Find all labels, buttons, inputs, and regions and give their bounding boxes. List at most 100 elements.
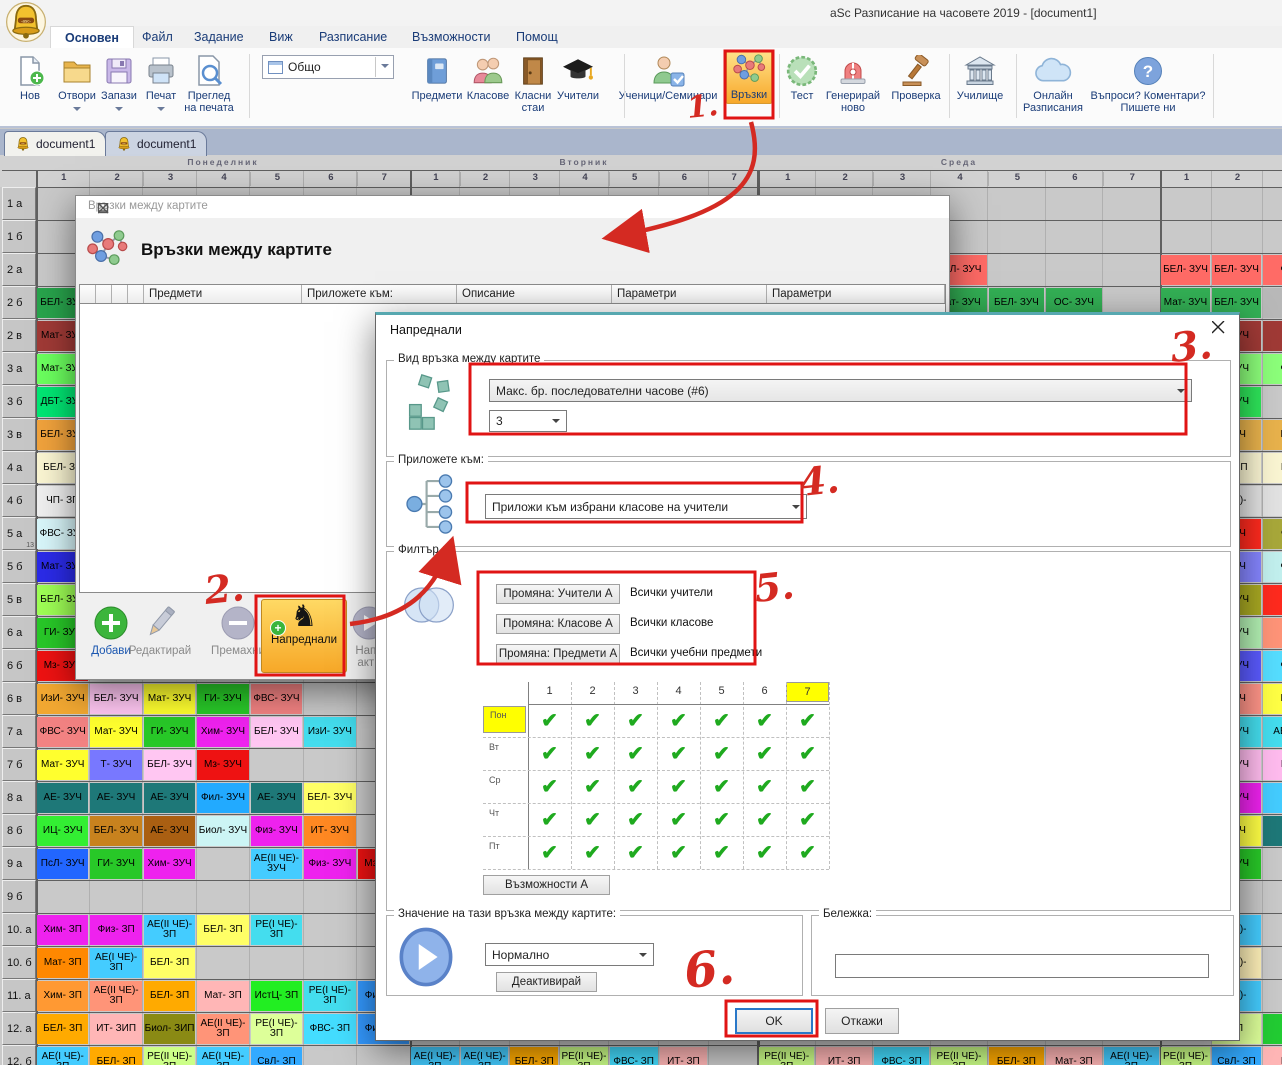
check-cell[interactable]: ✔ [614,836,657,869]
chevron-down-icon[interactable] [139,102,183,120]
column-header[interactable]: Предмети [144,285,302,303]
check-cell[interactable]: ✔ [700,704,743,737]
row-label[interactable]: 7 а [2,715,36,748]
timetable-cell[interactable]: РЕ(II ЧЕ)- ЗП [144,1047,195,1065]
check-cell[interactable]: ✔ [571,836,614,869]
check-cell[interactable]: ✔ [700,737,743,770]
tab-Файл[interactable]: Файл [128,26,187,48]
check-cell[interactable]: ✔ [786,737,829,770]
check-cell[interactable]: ✔ [614,737,657,770]
filter-change-button[interactable]: Промяна: Учители A [496,584,620,604]
check-cell[interactable]: ✔ [571,770,614,803]
check-cell[interactable]: ✔ [657,836,700,869]
timetable-cell[interactable]: Т- ЗУЧ [90,750,141,780]
timetable-cell[interactable]: Хим- ЗУЧ [197,717,248,747]
timetable-cell[interactable]: БЕЛ- ЗП [197,915,248,945]
timetable-cell[interactable]: Хим- ЗП [37,981,88,1011]
check-cell[interactable]: ✔ [743,836,786,869]
chevron-down-icon[interactable] [96,102,142,120]
timetable-cell[interactable]: РЕ(I ЧЕ)- ЗП [304,981,355,1011]
timetable-cell[interactable]: Мат- ЗУЧ [90,717,141,747]
row-label[interactable]: 12. а [2,1012,36,1045]
row-label[interactable]: 1 б [2,220,36,253]
check-cell[interactable]: ✔ [528,737,571,770]
timetable-cell[interactable]: Мат- ЗП [37,948,88,978]
document-tab[interactable]: document1 [4,131,106,156]
check-cell[interactable]: ✔ [786,704,829,737]
timetable-cell[interactable]: АЕ(II ЧЕ)- ЗП [90,981,141,1011]
combo-dropdown-button[interactable] [375,57,393,77]
check-cell[interactable]: ✔ [786,836,829,869]
timetable-cell[interactable]: ИЦ- ЗУЧ [37,816,88,846]
timetable-cell[interactable]: ИТ- ЗИП [90,1014,141,1044]
timetable-cell[interactable]: ФВ [1263,354,1282,384]
deactivate-button[interactable]: Деактивирай [496,972,597,992]
ribbon-button-print[interactable]: Печат [139,52,183,120]
timetable-cell[interactable]: СвЛ- ЗП [1212,1047,1261,1065]
timetable-cell[interactable]: М [1263,585,1282,615]
check-cell[interactable]: ✔ [700,770,743,803]
ribbon-button-test[interactable]: Тест [782,52,822,102]
timetable-cell[interactable]: РЕ(I ЧЕ)- ЗП [251,915,302,945]
timetable-cell[interactable]: АЕ- ЗУЧ [144,783,195,813]
timetable-cell[interactable]: ФВС- ЗУЧ [37,717,88,747]
tab-Виж[interactable]: Виж [255,26,307,48]
timetable-cell[interactable]: АЕ(II ЧЕ)- ЗП [197,1014,248,1044]
check-cell[interactable]: ✔ [743,803,786,836]
meaning-combo[interactable]: Нормално [485,943,654,966]
check-cell[interactable]: ✔ [657,803,700,836]
ribbon-button-check[interactable]: Проверка [886,52,946,102]
timetable-cell[interactable]: А [1263,618,1282,648]
timetable-cell[interactable]: БЕ [1263,750,1282,780]
row-label[interactable]: 3 в [2,418,36,451]
timetable-cell[interactable]: А [1263,783,1282,813]
tab-Задание[interactable]: Задание [180,26,258,48]
timetable-cell[interactable]: Фил- ЗУЧ [197,783,248,813]
timetable-cell[interactable]: Биол- ЗУЧ [197,816,248,846]
timetable-cell[interactable]: БЕЛ- ЗУЧ [90,816,141,846]
timetable-cell[interactable]: Ма [1263,420,1282,450]
timetable-cell[interactable]: М- [1263,486,1282,516]
check-cell[interactable]: ✔ [571,803,614,836]
timetable-cell[interactable]: БЕ [1263,453,1282,483]
row-label[interactable]: 4 б [2,484,36,517]
filter-change-button[interactable]: Промяна: Предмети A [496,644,620,664]
timetable-cell[interactable]: БЕЛ- ЗУЧ [144,750,195,780]
ribbon-button-save[interactable]: Запази [96,52,142,120]
row-label[interactable]: 10. б [2,946,36,979]
timetable-cell[interactable]: ГИ- ЗУЧ [197,684,248,714]
check-cell[interactable]: ✔ [743,737,786,770]
timetable-cell[interactable]: АЕ- ЗУЧ [144,816,195,846]
ribbon-button-questions[interactable]: ?Въпроси? Коментари?Пишете ни [1081,52,1215,114]
check-cell[interactable]: ✔ [743,704,786,737]
timetable-cell[interactable]: БЕЛ- ЗП [90,1047,141,1065]
row-label[interactable]: 10. а [2,913,36,946]
row-label[interactable]: 6 в [2,682,36,715]
column-header[interactable]: Параметри [612,285,767,303]
timetable-cell[interactable]: ФВ [1263,651,1282,681]
check-cell[interactable]: ✔ [786,770,829,803]
row-label[interactable]: 3 а [2,352,36,385]
timetable-cell[interactable]: Физ- ЗУЧ [304,849,355,879]
timetable-cell[interactable]: БЕЛ- ЗП [510,1047,558,1065]
timetable-cell[interactable]: РЕ(II ЧЕ)- ЗП [1161,1047,1210,1065]
apply-to-combo[interactable]: Приложи към избрани класове на учители [485,494,807,519]
timetable-cell[interactable]: Хим- ЗП [37,915,88,945]
possibilities-button[interactable]: Възможности A [483,875,610,895]
timetable-cell[interactable]: БЕЛ- ЗУЧ [304,783,355,813]
timetable-cell[interactable]: РЕ(II ЧЕ)- ЗП [560,1047,608,1065]
timetable-cell[interactable]: Мат- ЗУЧ [144,684,195,714]
timetable-cell[interactable]: ФВ [1263,552,1282,582]
ribbon-button-teachers[interactable]: Учители [553,52,603,102]
cancel-button[interactable]: Откажи [825,1008,899,1034]
check-cell[interactable]: ✔ [700,803,743,836]
timetable-cell[interactable]: АЕ- ЗУЧ [251,783,302,813]
timetable-cell[interactable]: БЕЛ- ЗУЧ [1212,255,1261,285]
ribbon-button-generate[interactable]: Генерирайново [820,52,886,114]
ok-button[interactable]: OK [735,1008,813,1034]
timetable-cell[interactable]: АЕ(II ЧЕ)- ЗУЧ [251,849,302,879]
row-label[interactable]: 9 б [2,880,36,913]
link-count-combo[interactable]: 3 [489,410,567,432]
timetable-cell[interactable]: АЕ(I ЧЕ)- ЗП [197,1047,248,1065]
timetable-cell[interactable]: РЕ(II ЧЕ)- ЗП [931,1047,986,1065]
